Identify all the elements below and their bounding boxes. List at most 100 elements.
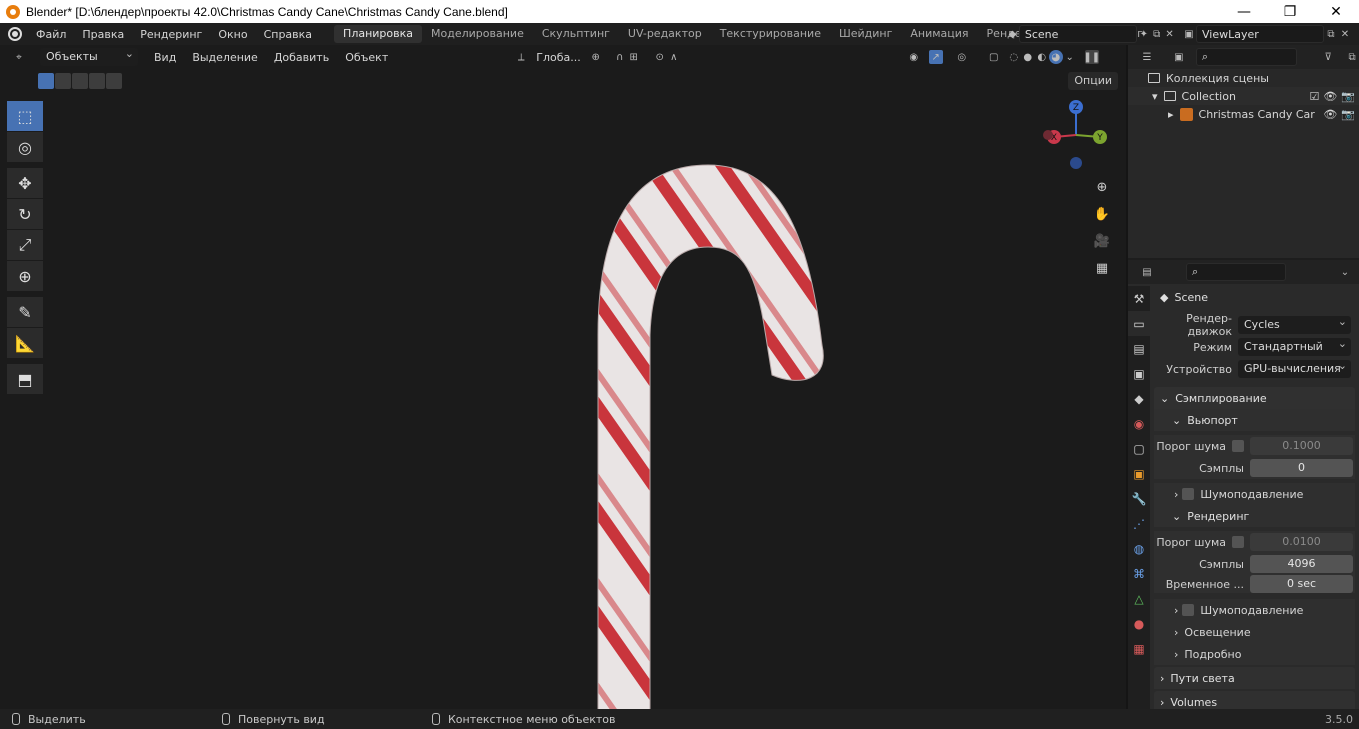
add-cube-tool[interactable]: ⬒ <box>7 364 43 394</box>
tab-animation[interactable]: Анимация <box>901 25 977 43</box>
data-tab-icon[interactable]: △ <box>1128 586 1150 611</box>
editor-type-icon[interactable]: ⌖ <box>12 50 26 64</box>
render-tab-icon[interactable]: ▭ <box>1128 311 1150 336</box>
outliner-type-icon[interactable]: ☰ <box>1140 50 1154 64</box>
render-camera-icon[interactable]: 📷 <box>1341 108 1355 121</box>
vp-noise-threshold-checkbox[interactable] <box>1232 440 1244 452</box>
vp-noise-threshold-field[interactable]: 0.1000 <box>1250 437 1353 455</box>
xray-icon[interactable]: ▢ <box>987 50 1001 64</box>
outliner-search-input[interactable]: ⌕ <box>1195 48 1298 66</box>
zoom-icon[interactable]: ⊕ <box>1092 177 1112 197</box>
r-noise-threshold-checkbox[interactable] <box>1232 536 1244 548</box>
vp-samples-field[interactable]: 0 <box>1250 459 1353 477</box>
transform-orientation-select[interactable]: Глоба... <box>528 51 588 64</box>
feature-set-select[interactable]: Стандартный <box>1238 335 1351 356</box>
pause-render-icon[interactable]: ❚❚ <box>1083 50 1100 64</box>
tab-modeling[interactable]: Моделирование <box>422 25 533 43</box>
proportional-edit-icon[interactable]: ⊙ <box>653 50 667 64</box>
outliner-row-scene-collection[interactable]: Коллекция сцены <box>1128 69 1359 87</box>
collection-tab-icon[interactable]: ▢ <box>1128 436 1150 461</box>
menu-help[interactable]: Справка <box>256 28 320 41</box>
overlay-icon[interactable]: ◎ <box>955 50 969 64</box>
volumes-panel-header[interactable]: › Volumes <box>1154 691 1355 709</box>
transform-tool[interactable]: ⊕ <box>7 261 43 291</box>
select-new-icon[interactable] <box>38 73 54 89</box>
pivot-icon[interactable]: ⊕ <box>589 50 603 64</box>
vp-denoise-row[interactable]: › Шумоподавление <box>1154 483 1355 505</box>
tab-uv-editing[interactable]: UV-редактор <box>619 25 711 43</box>
wireframe-shading-icon[interactable]: ◌ <box>1007 50 1021 64</box>
tab-sculpting[interactable]: Скульптинг <box>533 25 619 43</box>
view-layer-field[interactable]: ViewLayer <box>1196 25 1324 43</box>
new-scene-icon[interactable]: ⧉ <box>1150 27 1163 41</box>
maximize-button[interactable]: ❐ <box>1267 0 1313 23</box>
visibility-eye-icon[interactable]: 👁 <box>1323 90 1337 103</box>
view-layer-selector[interactable]: ▣ ViewLayer ⧉ ✕ <box>1182 25 1357 43</box>
perspective-grid-icon[interactable]: ▦ <box>1092 258 1112 278</box>
expand-arrow-icon[interactable]: ▸ <box>1168 108 1174 121</box>
menu-edit[interactable]: Правка <box>74 28 132 41</box>
outliner-row-object[interactable]: ▸ Christmas Candy Car 👁 📷 <box>1128 105 1359 123</box>
filter-icon[interactable]: ⊽ <box>1321 50 1335 64</box>
pan-hand-icon[interactable]: ✋ <box>1092 204 1112 224</box>
shading-options-icon[interactable]: ⌄ <box>1063 50 1077 64</box>
world-tab-icon[interactable]: ◉ <box>1128 411 1150 436</box>
particles-tab-icon[interactable]: ⋰ <box>1128 511 1150 536</box>
interaction-mode-select[interactable]: Объекты <box>40 45 138 66</box>
sampling-panel-header[interactable]: ⌄ Сэмплирование <box>1154 387 1355 409</box>
texture-tab-icon[interactable]: ▦ <box>1128 636 1150 661</box>
3d-viewport[interactable]: ⌖ Объекты Вид Выделение Добавить Объект … <box>0 45 1126 729</box>
menu-window[interactable]: Окно <box>210 28 255 41</box>
measure-tool[interactable]: 📐 <box>7 328 43 358</box>
vp-denoise-checkbox[interactable] <box>1182 488 1195 500</box>
minimize-button[interactable]: — <box>1221 0 1267 23</box>
menu-object[interactable]: Объект <box>337 51 396 64</box>
navigation-gizmo[interactable]: Z Y X <box>1034 97 1114 177</box>
delete-view-layer-icon[interactable]: ✕ <box>1338 27 1352 41</box>
output-tab-icon[interactable]: ▤ <box>1128 336 1150 361</box>
material-tab-icon[interactable]: ● <box>1128 611 1150 636</box>
r-denoise-checkbox[interactable] <box>1182 604 1195 616</box>
visibility-icon[interactable]: ◉ <box>907 50 921 64</box>
scene-tab-icon[interactable]: ◆ <box>1128 386 1150 411</box>
annotate-tool[interactable]: ✎ <box>7 297 43 327</box>
advanced-subpanel[interactable]: › Подробно <box>1154 643 1355 665</box>
properties-search-input[interactable]: ⌕ <box>1186 263 1286 281</box>
snap-target-icon[interactable]: ⊞ <box>627 50 641 64</box>
menu-select[interactable]: Выделение <box>184 51 266 64</box>
new-view-layer-icon[interactable]: ⧉ <box>1324 27 1338 41</box>
transform-orientation-icon[interactable]: ⟂ <box>514 50 528 64</box>
r-denoise-row[interactable]: › Шумоподавление <box>1154 599 1355 621</box>
rotate-tool[interactable]: ↻ <box>7 199 43 229</box>
pin-icon[interactable]: ✦ <box>1137 27 1150 41</box>
render-camera-icon[interactable]: 📷 <box>1341 90 1355 103</box>
viewport-subpanel-header[interactable]: ⌄ Вьюпорт <box>1154 409 1355 431</box>
expand-arrow-icon[interactable]: ▾ <box>1152 90 1158 103</box>
time-limit-field[interactable]: 0 sec <box>1250 575 1353 593</box>
delete-scene-icon[interactable]: ✕ <box>1163 27 1176 41</box>
gizmo-toggle-icon[interactable]: ↗ <box>928 50 943 64</box>
render-subpanel-header[interactable]: ⌄ Рендеринг <box>1154 505 1355 527</box>
scene-name-field[interactable]: Scene <box>1018 25 1138 43</box>
visibility-eye-icon[interactable]: 👁 <box>1323 108 1337 121</box>
properties-type-icon[interactable]: ▤ <box>1140 265 1154 279</box>
tab-layout[interactable]: Планировка <box>334 25 423 43</box>
select-extend-icon[interactable] <box>55 73 71 89</box>
options-dropdown[interactable]: Опции <box>1068 72 1118 90</box>
light-paths-panel-header[interactable]: › Пути света <box>1154 667 1355 689</box>
material-shading-icon[interactable]: ◐ <box>1035 50 1049 64</box>
blender-logo-icon[interactable] <box>8 27 22 41</box>
tab-texture-paint[interactable]: Текстурирование <box>711 25 830 43</box>
exclude-checkbox-icon[interactable]: ☑ <box>1309 90 1319 103</box>
properties-options-icon[interactable]: ⌄ <box>1338 265 1352 279</box>
render-engine-select[interactable]: Cycles <box>1238 313 1351 334</box>
falloff-icon[interactable]: ∧ <box>667 50 681 64</box>
snap-icon[interactable]: ∩ <box>613 50 627 64</box>
menu-add[interactable]: Добавить <box>266 51 337 64</box>
lights-subpanel[interactable]: › Освещение <box>1154 621 1355 643</box>
r-samples-field[interactable]: 4096 <box>1250 555 1353 573</box>
camera-view-icon[interactable]: 🎥 <box>1092 231 1112 251</box>
modifier-tab-icon[interactable]: 🔧 <box>1128 486 1150 511</box>
scale-tool[interactable]: ⤢ <box>7 230 43 260</box>
scene-selector[interactable]: ◆ Scene ✦ ⧉ ✕ <box>1006 25 1176 43</box>
